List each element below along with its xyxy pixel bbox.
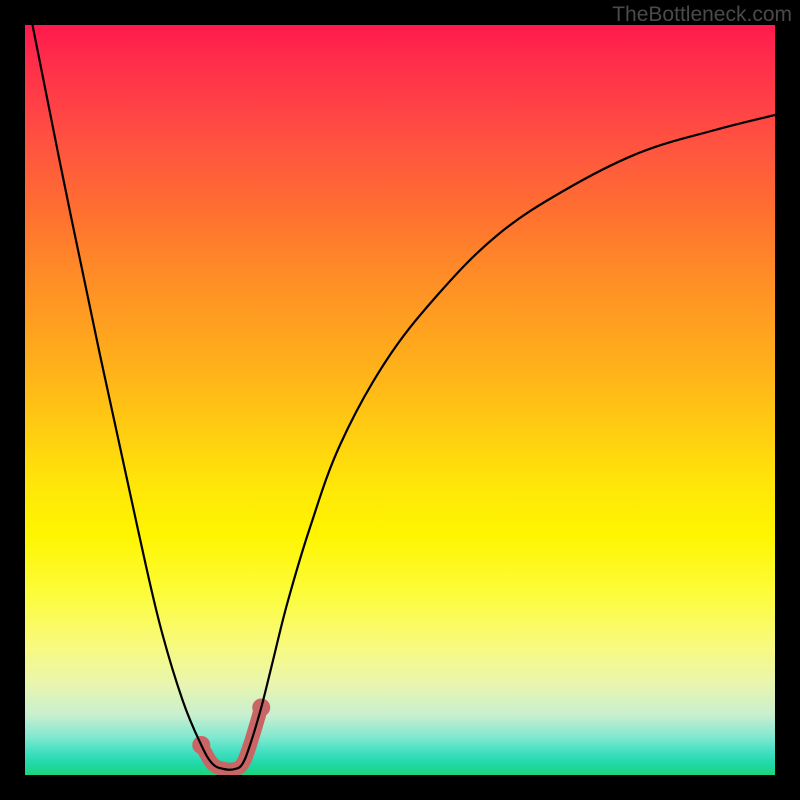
- chart-area: [25, 25, 775, 775]
- bottleneck-curve: [33, 25, 776, 770]
- watermark-text: TheBottleneck.com: [612, 3, 792, 27]
- curve-svg: [25, 25, 775, 775]
